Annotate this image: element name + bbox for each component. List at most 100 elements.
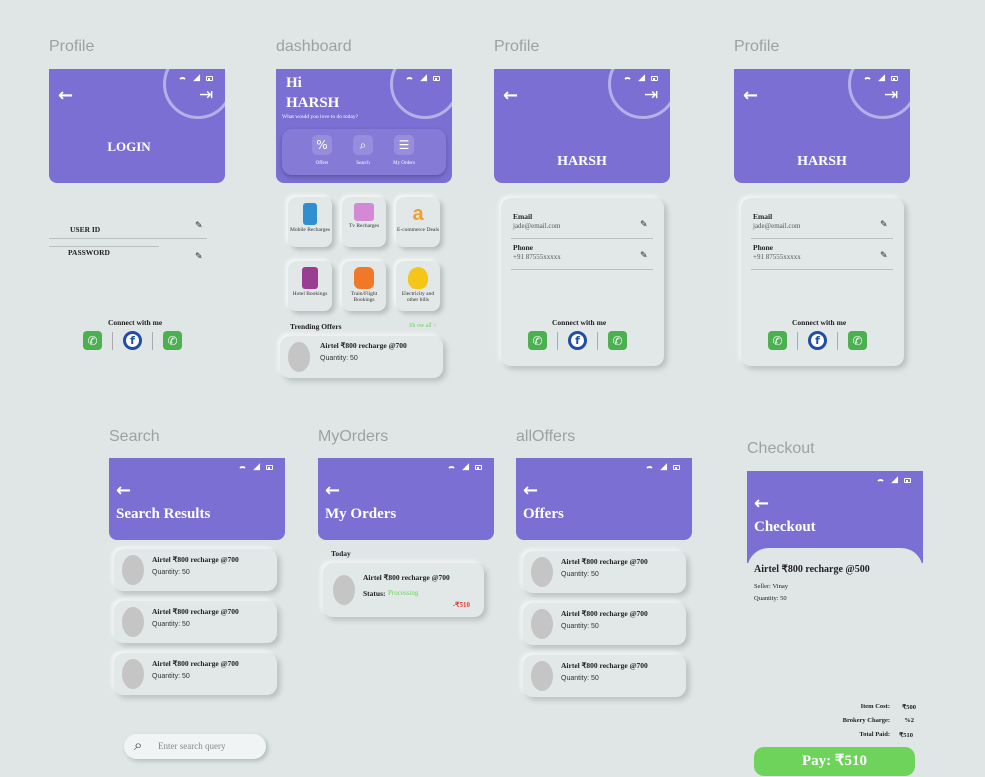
- tv-icon: [354, 203, 374, 221]
- tile-label: Tv Recharges: [348, 223, 380, 229]
- tile-train-flight-bookings[interactable]: Train/Flight Bookings: [342, 261, 386, 311]
- back-arrow-icon[interactable]: ←: [503, 87, 518, 105]
- item-cost-value: ₹500: [902, 704, 916, 711]
- search-action[interactable]: ⌕ Search: [351, 135, 375, 166]
- frame-label-profile-2: Profile: [494, 38, 540, 55]
- tile-ecommerce-deals[interactable]: a E-commerce Deals: [396, 197, 440, 247]
- item-cost-label: Item Cost:: [860, 703, 890, 710]
- connect-label: Connect with me: [792, 318, 847, 327]
- search-result-card[interactable]: Airtel ₹800 recharge @700 Quantity: 50: [114, 549, 277, 591]
- edit-user-id-icon[interactable]: ✎: [195, 221, 203, 231]
- checkout-seller: Seller: Vinay: [754, 583, 788, 590]
- facebook-icon[interactable]: f: [568, 331, 587, 350]
- separator: [597, 331, 598, 350]
- frame-label-profile-login: Profile: [49, 38, 95, 55]
- offer-title: Airtel ₹800 recharge @700: [561, 557, 648, 566]
- status-bar: ◢: [623, 74, 658, 83]
- order-status-label: Status:: [363, 589, 386, 598]
- search-result-card[interactable]: Airtel ₹800 recharge @700 Quantity: 50: [114, 653, 277, 695]
- tile-hotel-bookings[interactable]: Hotel Bookings: [288, 261, 332, 311]
- offer-quantity: Quantity: 50: [561, 571, 599, 578]
- offer-quantity: Quantity: 50: [152, 569, 190, 576]
- total-paid-value: ₹510: [899, 732, 913, 739]
- search-result-card[interactable]: Airtel ₹800 recharge @700 Quantity: 50: [114, 601, 277, 643]
- back-arrow-icon[interactable]: ←: [523, 482, 538, 500]
- edit-email-icon[interactable]: ✎: [640, 220, 648, 230]
- connect-label: Connect with me: [108, 318, 163, 327]
- signal-icon: ◢: [253, 462, 260, 472]
- tile-mobile-recharges[interactable]: Mobile Recharges: [288, 197, 332, 247]
- wifi-icon: [447, 466, 457, 475]
- frame-label-profile-3: Profile: [734, 38, 780, 55]
- search-input[interactable]: Enter search query: [158, 741, 225, 751]
- status-bar: ◢: [178, 74, 213, 83]
- offer-quantity: Quantity: 50: [561, 675, 599, 682]
- edit-email-icon[interactable]: ✎: [880, 220, 888, 230]
- facebook-icon[interactable]: f: [808, 331, 827, 350]
- whatsapp-icon[interactable]: ✆: [163, 331, 182, 350]
- battery-icon: [891, 76, 898, 81]
- offer-card[interactable]: Airtel ₹800 recharge @700 Quantity: 50: [523, 603, 686, 645]
- offer-avatar: [288, 342, 310, 372]
- facebook-icon[interactable]: f: [123, 331, 142, 350]
- user-id-label[interactable]: USER ID: [70, 225, 100, 234]
- edit-phone-icon[interactable]: ✎: [880, 251, 888, 261]
- search-bar[interactable]: ⌕ Enter search query: [124, 734, 266, 759]
- show-all-link[interactable]: Sh ow all >: [409, 323, 437, 329]
- status-bar: ◢: [405, 74, 440, 83]
- phone-value: +91 87555xxxxx: [753, 253, 801, 261]
- trending-offer-card[interactable]: Airtel ₹800 recharge @700 Quantity: 50: [280, 336, 443, 378]
- edit-phone-icon[interactable]: ✎: [640, 251, 648, 261]
- wifi-icon: [238, 466, 248, 475]
- battery-icon: [266, 465, 273, 470]
- frame-label-search: Search: [109, 428, 160, 445]
- battery-icon: [433, 76, 440, 81]
- profile-card: Email jade@email.com ✎ Phone +91 87555xx…: [501, 198, 664, 366]
- menu-icon: ☰: [394, 135, 414, 155]
- tile-label: Hotel Bookings: [292, 291, 328, 297]
- dashboard-subtitle: What would you love to do today?: [282, 114, 359, 120]
- signal-icon: ◢: [660, 462, 667, 472]
- offer-card[interactable]: Airtel ₹800 recharge @700 Quantity: 50: [523, 655, 686, 697]
- back-arrow-icon[interactable]: ←: [58, 87, 73, 105]
- wifi-icon: [623, 77, 633, 86]
- email-divider: [511, 238, 653, 239]
- tile-electricity-bills[interactable]: Electricity and other bills: [396, 261, 440, 311]
- tile-label: Mobile Recharges: [289, 227, 331, 233]
- battery-icon: [904, 478, 911, 483]
- signal-icon: ◢: [462, 462, 469, 472]
- separator: [837, 331, 838, 350]
- offers-action[interactable]: % Offers: [310, 135, 334, 166]
- separator: [557, 331, 558, 350]
- pay-button[interactable]: Pay: ₹510: [754, 747, 915, 776]
- back-arrow-icon[interactable]: ←: [116, 482, 131, 500]
- offer-title: Airtel ₹800 recharge @700: [152, 555, 239, 564]
- login-header: ◢ ← ⇥ LOGIN: [49, 69, 225, 183]
- alloffers-title: Offers: [523, 506, 564, 522]
- phone-icon[interactable]: ✆: [83, 331, 102, 350]
- password-label[interactable]: PASSWORD: [68, 248, 110, 257]
- tile-tv-recharges[interactable]: Tv Recharges: [342, 197, 386, 247]
- offer-title: Airtel ₹800 recharge @700: [320, 341, 407, 350]
- checkout-quantity: Quantity: 50: [754, 595, 787, 602]
- edit-password-icon[interactable]: ✎: [195, 252, 203, 262]
- order-card[interactable]: Airtel ₹800 recharge @700 Status: Proces…: [323, 563, 484, 617]
- status-bar: ◢: [876, 476, 911, 485]
- offer-card[interactable]: Airtel ₹800 recharge @700 Quantity: 50: [523, 551, 686, 593]
- back-arrow-icon[interactable]: ←: [325, 482, 340, 500]
- back-arrow-icon[interactable]: ←: [743, 87, 758, 105]
- brokery-label: Brokery Charge:: [842, 717, 890, 724]
- login-title: LOGIN: [107, 139, 151, 154]
- logout-icon[interactable]: ⇥: [199, 85, 213, 105]
- search-action-label: Search: [356, 161, 370, 166]
- phone-icon[interactable]: ✆: [528, 331, 547, 350]
- logout-icon[interactable]: ⇥: [644, 85, 658, 105]
- whatsapp-icon[interactable]: ✆: [608, 331, 627, 350]
- profile-header: ◢ ← ⇥ HARSH: [734, 69, 910, 183]
- email-value: jade@email.com: [513, 222, 561, 230]
- myorders-action[interactable]: ☰ My Orders: [388, 135, 420, 166]
- logout-icon[interactable]: ⇥: [884, 85, 898, 105]
- back-arrow-icon[interactable]: ←: [754, 495, 769, 513]
- phone-icon[interactable]: ✆: [768, 331, 787, 350]
- whatsapp-icon[interactable]: ✆: [848, 331, 867, 350]
